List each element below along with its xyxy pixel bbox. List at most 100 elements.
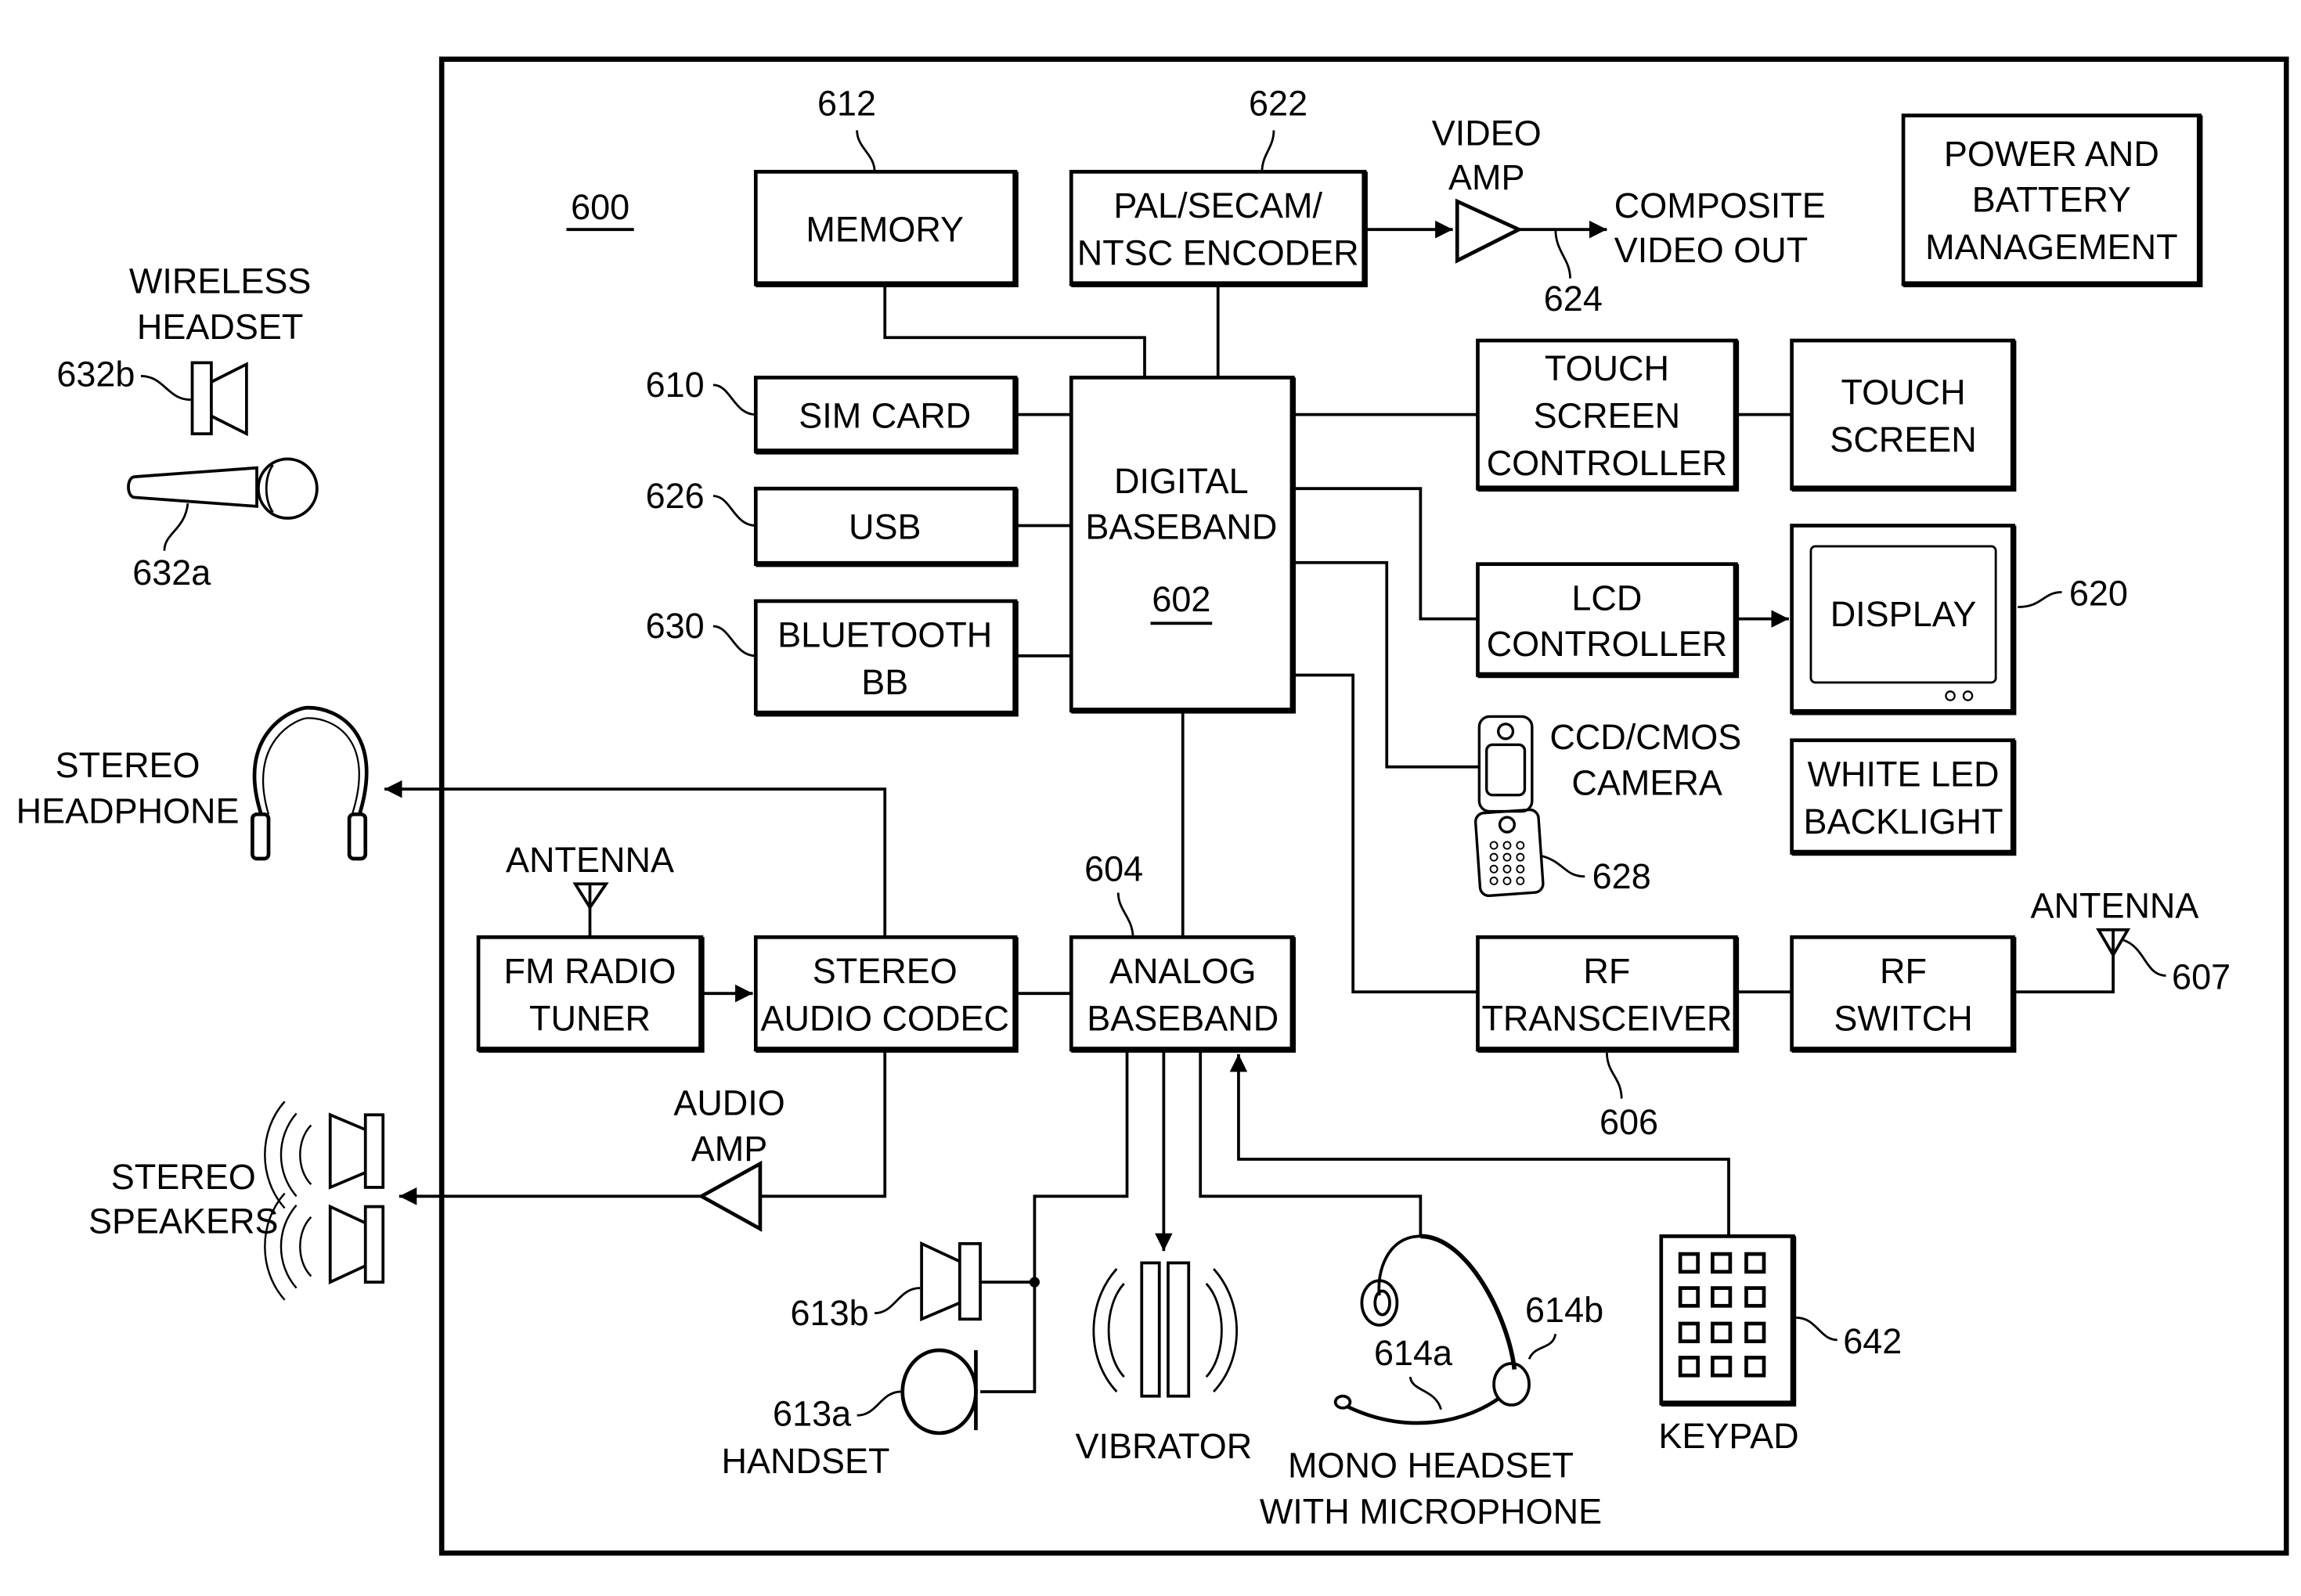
ref-613a: 613a <box>773 1393 852 1433</box>
block-fm-tuner[interactable]: FM RADIO TUNER <box>476 935 705 1053</box>
junction-dot <box>1029 1277 1040 1288</box>
rft-label-2: TRANSCEIVER <box>1481 998 1732 1038</box>
video-amp-label-2: AMP <box>1448 157 1524 197</box>
ref-624: 624 <box>1544 279 1603 319</box>
ref-628: 628 <box>1592 856 1651 896</box>
block-diagram: 600 MEMORY 612 PAL/SECAM/ NTSC ENCODER 6… <box>16 56 2289 1556</box>
handset-microphone-icon <box>900 1348 978 1436</box>
encoder-label-1: PAL/SECAM/ <box>1113 186 1322 225</box>
audio-amp-icon <box>698 1160 763 1232</box>
video-amp-label-1: VIDEO <box>1432 113 1542 153</box>
ref-630: 630 <box>646 606 705 646</box>
ref-632a: 632a <box>132 553 211 593</box>
headphone-label-1: STEREO <box>56 745 200 785</box>
tsc-label-3: CONTROLLER <box>1487 443 1727 483</box>
ref-622: 622 <box>1249 83 1307 123</box>
block-power[interactable]: POWER AND BATTERY MANAGEMENT <box>1901 113 2203 287</box>
wireless-label-1: WIRELESS <box>129 261 311 301</box>
figure-number: 600 <box>571 187 629 227</box>
tsc-label-2: SCREEN <box>1534 395 1680 435</box>
power-label-3: MANAGEMENT <box>1925 227 2177 267</box>
usb-label: USB <box>849 506 921 546</box>
codec-label-1: STEREO <box>813 951 958 991</box>
display-label: DISPLAY <box>1830 594 1977 634</box>
block-audio-codec[interactable]: STEREO AUDIO CODEC <box>753 935 1019 1053</box>
block-touch-controller[interactable]: TOUCH SCREEN CONTROLLER <box>1476 338 1740 492</box>
mono-headset-label-2: WITH MICROPHONE <box>1260 1491 1602 1531</box>
vibrator-icon <box>1092 1261 1239 1398</box>
block-lcd-controller[interactable]: LCD CONTROLLER <box>1476 562 1740 679</box>
wireless-label-2: HEADSET <box>137 307 303 347</box>
backlight-label-1: WHITE LED <box>1808 754 2000 794</box>
ref-626: 626 <box>646 476 705 516</box>
lcd-label-2: CONTROLLER <box>1487 624 1727 664</box>
ref-606: 606 <box>1600 1102 1658 1142</box>
rf-antenna-label: ANTENNA <box>2030 886 2199 926</box>
ref-607: 607 <box>2172 957 2231 996</box>
bluetooth-label-2: BB <box>861 662 908 702</box>
ts-label-2: SCREEN <box>1830 420 1976 459</box>
block-encoder[interactable]: PAL/SECAM/ NTSC ENCODER <box>1069 170 1368 287</box>
block-rf-transceiver[interactable]: RF TRANSCEIVER <box>1476 935 1740 1053</box>
speakers-label-1: STEREO <box>111 1157 256 1197</box>
encoder-label-2: NTSC ENCODER <box>1077 232 1359 272</box>
camera-label-1: CCD/CMOS <box>1549 717 1741 757</box>
ref-614b: 614b <box>1525 1290 1603 1330</box>
block-touch-screen[interactable]: TOUCH SCREEN <box>1790 338 2017 492</box>
power-label-2: BATTERY <box>1972 179 2131 219</box>
block-memory[interactable]: MEMORY <box>753 170 1019 287</box>
fm-antenna-icon <box>572 882 609 910</box>
ref-613b: 613b <box>791 1293 869 1333</box>
block-sim[interactable]: SIM CARD <box>753 375 1019 455</box>
bluetooth-label-1: BLUETOOTH <box>777 614 992 654</box>
block-backlight[interactable]: WHITE LED BACKLIGHT <box>1790 738 2017 856</box>
ref-604: 604 <box>1084 848 1143 888</box>
tsc-label-1: TOUCH <box>1545 348 1669 388</box>
ref-602: 602 <box>1152 579 1210 619</box>
rfs-label-2: SWITCH <box>1834 998 1972 1038</box>
rft-label-1: RF <box>1583 951 1630 991</box>
keypad-label: KEYPAD <box>1658 1416 1798 1456</box>
ts-label-1: TOUCH <box>1841 372 1965 412</box>
ref-610: 610 <box>646 365 705 405</box>
keypad-icon[interactable] <box>1659 1234 1797 1407</box>
block-usb[interactable]: USB <box>753 486 1019 567</box>
camera-label-2: CAMERA <box>1571 763 1722 803</box>
fm-label-2: TUNER <box>529 998 651 1038</box>
ref-632b: 632b <box>56 354 135 394</box>
abb-label-2: BASEBAND <box>1087 998 1279 1038</box>
mono-headset-label-1: MONO HEADSET <box>1288 1445 1574 1485</box>
composite-label-2: VIDEO OUT <box>1614 230 1808 270</box>
handset-label: HANDSET <box>722 1441 890 1481</box>
video-amp-icon <box>1455 198 1524 264</box>
block-display[interactable]: DISPLAY <box>1790 524 2017 715</box>
backlight-label-2: BACKLIGHT <box>1804 802 2003 841</box>
fm-label-1: FM RADIO <box>504 951 676 991</box>
dbb-label-1: DIGITAL <box>1114 461 1249 501</box>
block-bluetooth[interactable]: BLUETOOTH BB <box>753 599 1019 717</box>
ref-614a: 614a <box>1374 1333 1453 1373</box>
power-label-1: POWER AND <box>1944 134 2159 174</box>
ref-620: 620 <box>2069 573 2128 613</box>
audio-amp-label-2: AMP <box>691 1129 767 1169</box>
block-digital-baseband[interactable]: DIGITAL BASEBAND 602 <box>1069 375 1297 714</box>
headphone-label-2: HEADPHONE <box>16 791 240 830</box>
speakers-label-2: SPEAKERS <box>88 1201 279 1241</box>
block-analog-baseband[interactable]: ANALOG BASEBAND <box>1069 935 1297 1053</box>
rfs-label-1: RF <box>1880 951 1927 991</box>
fm-antenna-label: ANTENNA <box>506 840 675 880</box>
audio-amp-label-1: AUDIO <box>673 1083 784 1122</box>
stereo-headphone-icon <box>251 705 369 861</box>
vibrator-label: VIBRATOR <box>1075 1426 1252 1466</box>
wireless-earpiece-icon <box>190 361 248 437</box>
wireless-microphone-icon <box>127 457 319 520</box>
codec-label-2: AUDIO CODEC <box>761 998 1009 1038</box>
rf-antenna-icon <box>2096 928 2131 958</box>
stereo-speakers-icon <box>264 1101 385 1301</box>
block-rf-switch[interactable]: RF SWITCH <box>1790 935 2017 1053</box>
memory-label: MEMORY <box>806 209 964 249</box>
camera-phone-icon <box>1473 715 1545 898</box>
composite-label-1: COMPOSITE <box>1614 186 1826 225</box>
ref-612: 612 <box>817 83 876 123</box>
dbb-label-2: BASEBAND <box>1085 506 1277 546</box>
